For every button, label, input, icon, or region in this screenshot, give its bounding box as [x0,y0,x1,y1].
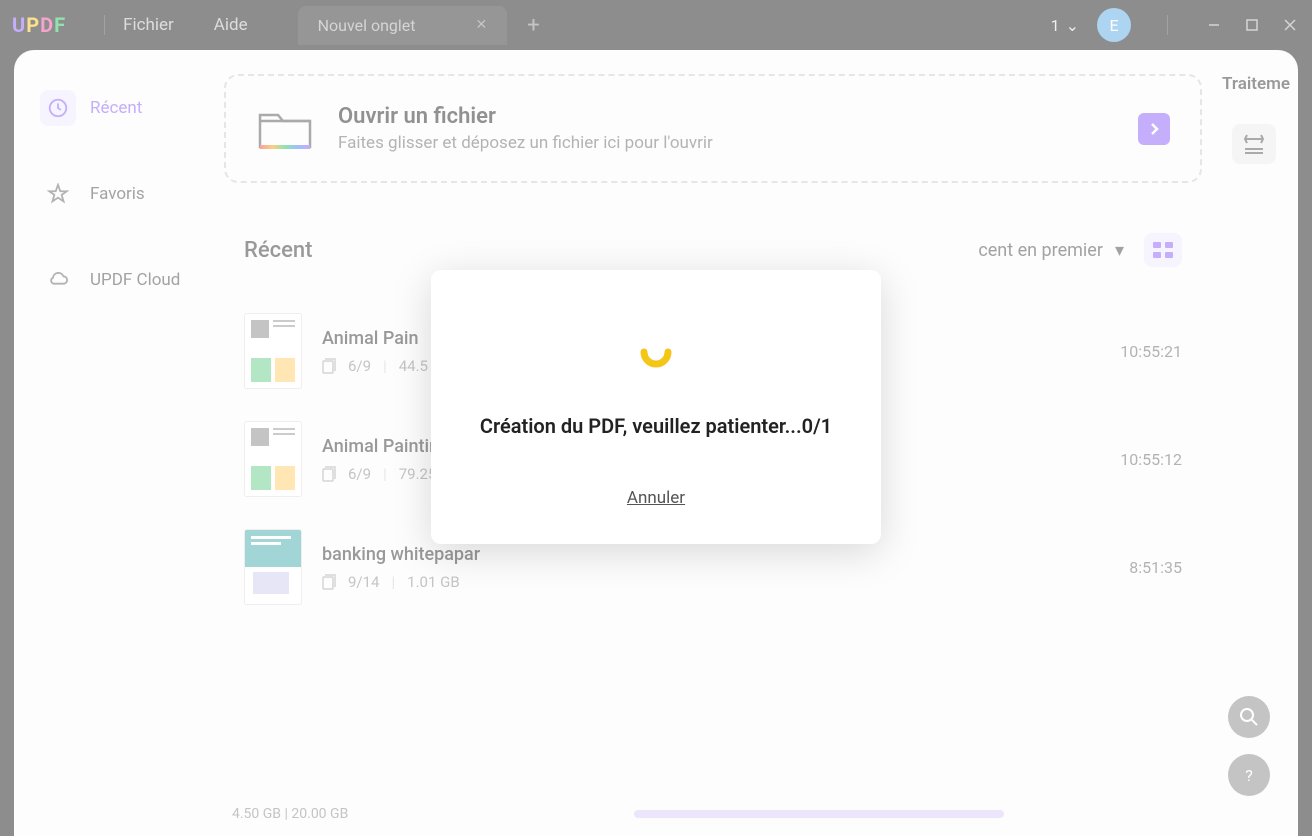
creating-pdf-modal: Création du PDF, veuillez patienter...0/… [431,270,881,544]
spinner-icon [634,330,678,374]
modal-message: Création du PDF, veuillez patienter...0/… [461,414,851,438]
cancel-link[interactable]: Annuler [461,488,851,508]
